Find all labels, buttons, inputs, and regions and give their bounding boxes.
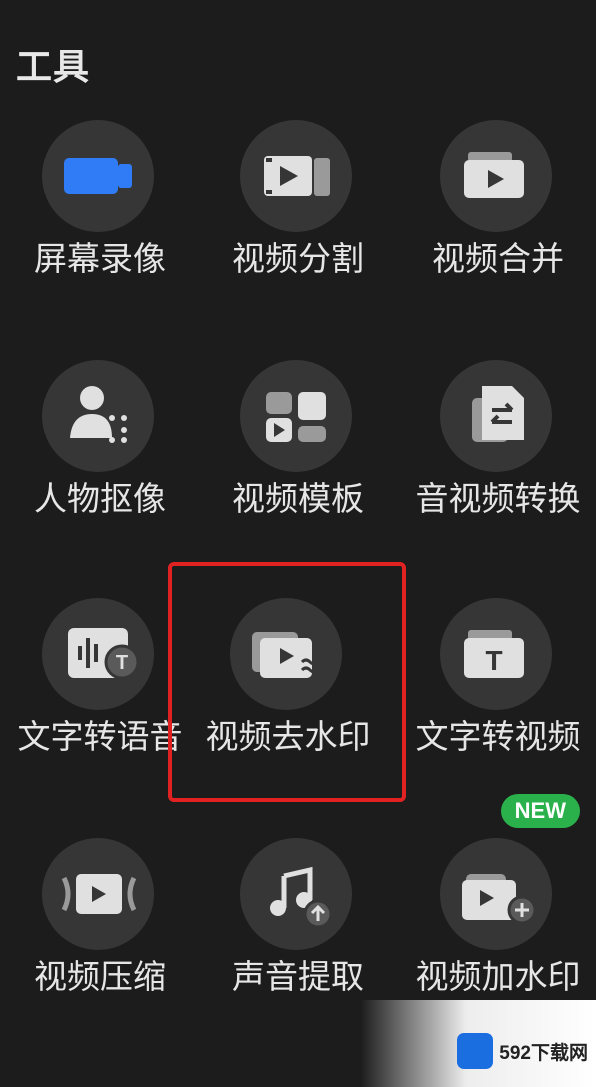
tool-video-merge[interactable]: 视频合并 bbox=[398, 120, 596, 310]
tool-label: 屏幕录像 bbox=[34, 239, 166, 278]
new-badge: NEW bbox=[500, 794, 580, 828]
tool-label: 视频分割 bbox=[232, 239, 364, 278]
tool-label: 声音提取 bbox=[232, 957, 364, 996]
tool-video-split[interactable]: 视频分割 bbox=[198, 120, 398, 310]
person-cutout-icon bbox=[42, 360, 154, 472]
tool-person-cutout[interactable]: 人物抠像 bbox=[0, 360, 200, 550]
video-merge-icon bbox=[440, 120, 552, 232]
tool-text-to-video[interactable]: T 文字转视频 bbox=[398, 598, 596, 788]
svg-text:T: T bbox=[116, 652, 128, 674]
tool-av-convert[interactable]: 音视频转换 bbox=[398, 360, 596, 550]
highlight-box bbox=[168, 562, 406, 802]
tool-screen-record[interactable]: 屏幕录像 bbox=[0, 120, 200, 310]
av-convert-icon bbox=[440, 360, 552, 472]
tool-label: 视频压缩 bbox=[34, 957, 166, 996]
audio-extract-icon bbox=[240, 838, 352, 950]
screen-record-icon bbox=[42, 120, 154, 232]
text-to-speech-icon: T bbox=[42, 598, 154, 710]
tool-video-template[interactable]: 视频模板 bbox=[198, 360, 398, 550]
tool-label: 视频模板 bbox=[232, 479, 364, 518]
tool-label: 视频加水印 bbox=[415, 957, 581, 996]
video-compress-icon bbox=[42, 838, 154, 950]
add-watermark-icon: NEW bbox=[440, 794, 580, 950]
tool-video-compress[interactable]: 视频压缩 bbox=[0, 838, 200, 1028]
video-template-icon bbox=[240, 360, 352, 472]
tool-label: 视频合并 bbox=[432, 239, 564, 278]
site-logo-icon bbox=[457, 1033, 494, 1069]
watermark-text: 592下载网 bbox=[499, 1042, 588, 1064]
text-to-video-icon: T bbox=[440, 598, 552, 710]
tool-label: 文字转视频 bbox=[415, 717, 581, 756]
svg-text:T: T bbox=[485, 645, 502, 676]
video-split-icon bbox=[240, 120, 352, 232]
tool-label: 人物抠像 bbox=[34, 479, 166, 518]
tool-label: 音视频转换 bbox=[415, 479, 581, 518]
page-title: 工具 bbox=[16, 47, 91, 88]
site-watermark: 592下载网 bbox=[457, 1033, 588, 1069]
